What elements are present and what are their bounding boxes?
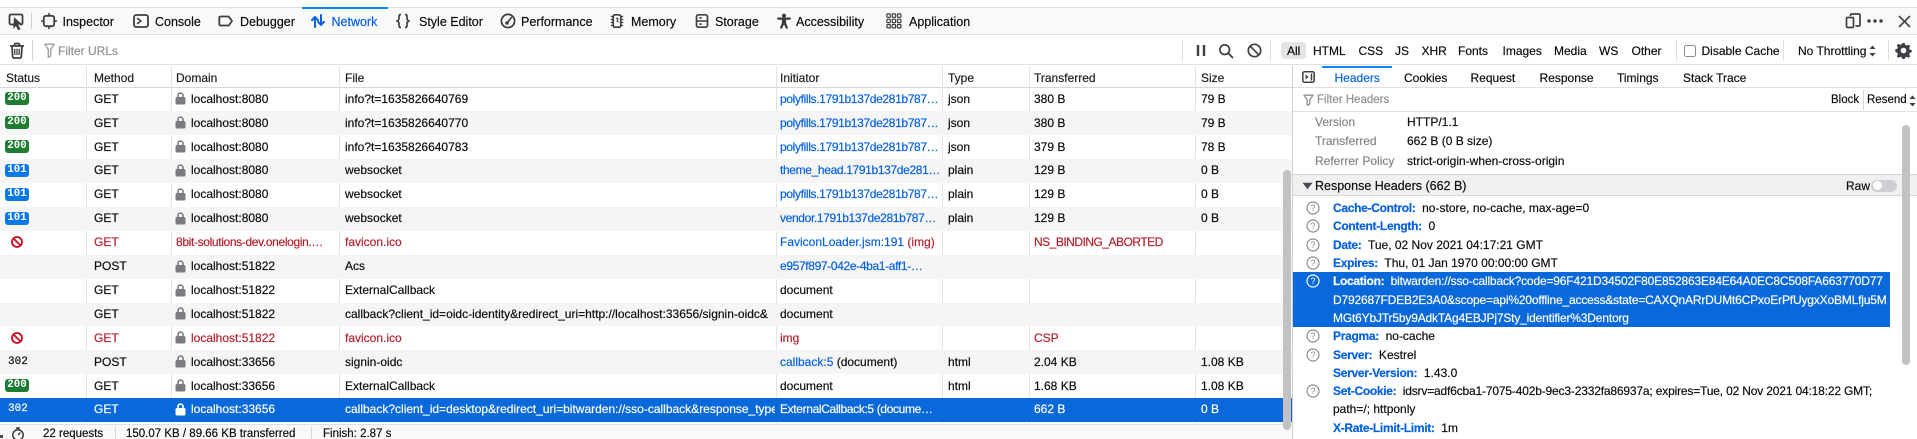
svg-text:?: ? xyxy=(1310,331,1315,341)
svg-text:?: ? xyxy=(1310,276,1315,286)
svg-text:?: ? xyxy=(1310,386,1315,396)
svg-text:?: ? xyxy=(1310,258,1315,268)
svg-text:?: ? xyxy=(1310,221,1315,231)
svg-text:?: ? xyxy=(1310,350,1315,360)
svg-text:?: ? xyxy=(1310,240,1315,250)
svg-text:?: ? xyxy=(1310,203,1315,213)
